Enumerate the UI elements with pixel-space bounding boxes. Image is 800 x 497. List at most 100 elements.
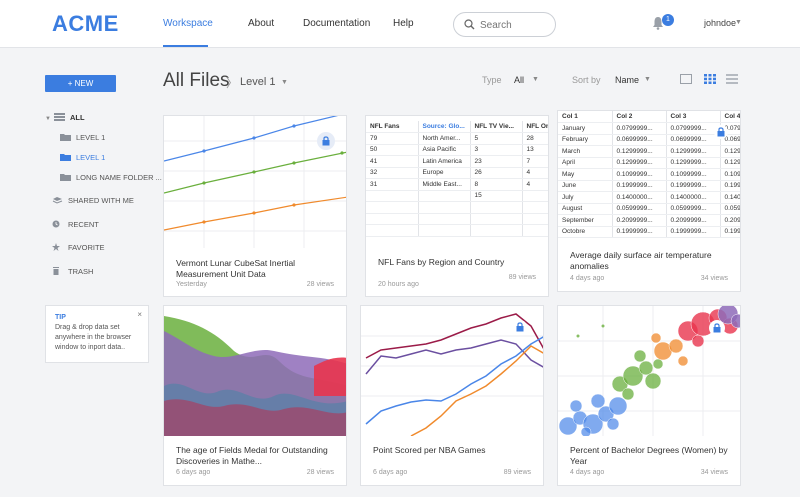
chevron-down-icon[interactable]: ▼ bbox=[735, 19, 742, 26]
grid-view-icon[interactable] bbox=[704, 74, 716, 84]
table-cell: 26 bbox=[470, 167, 523, 179]
table-cell bbox=[366, 190, 419, 202]
lock-icon bbox=[713, 323, 721, 333]
table-row: August0.0599999...0.0599999...0.0599 bbox=[558, 203, 740, 215]
sidebar-item-recent[interactable]: RECENT bbox=[52, 220, 99, 229]
table-row: 79 North Amer... 5 28 bbox=[366, 132, 548, 145]
table-cell: August bbox=[558, 203, 613, 215]
chevron-down-icon[interactable]: ▼ bbox=[644, 76, 651, 83]
sidebar-item-favorite[interactable]: FAVORITE bbox=[52, 243, 105, 252]
chevron-down-icon[interactable]: ▼ bbox=[281, 79, 288, 86]
table-cell: February bbox=[558, 134, 613, 146]
table-cell: April bbox=[558, 157, 613, 169]
table-row: April0.1299999...0.1299999...0.1299 bbox=[558, 157, 740, 169]
table-header: Col 2 bbox=[612, 111, 667, 123]
sidebar-item-all[interactable]: ▼ ALL bbox=[45, 113, 85, 122]
table-cell: 0.0599 bbox=[720, 203, 740, 215]
table-cell: 50 bbox=[366, 144, 419, 156]
sort-select[interactable]: Name bbox=[615, 75, 639, 85]
file-card[interactable]: Percent of Bachelor Degrees (Women) by Y… bbox=[557, 305, 741, 486]
table-cell: 0.1099999... bbox=[612, 168, 667, 181]
search-box[interactable] bbox=[453, 12, 556, 37]
sidebar-item-label: ALL bbox=[69, 113, 85, 122]
nav-help[interactable]: Help bbox=[393, 18, 414, 29]
user-menu[interactable]: johndoe bbox=[704, 18, 736, 28]
table-cell: 0.1099999... bbox=[666, 168, 721, 181]
card-timestamp: 6 days ago bbox=[373, 469, 408, 476]
file-card[interactable]: Point Scored per NBA Games 6 days ago 89… bbox=[360, 305, 544, 486]
card-title: Percent of Bachelor Degrees (Women) by Y… bbox=[570, 445, 728, 466]
lock-badge bbox=[709, 320, 725, 336]
table-cell: 0.2099999... bbox=[666, 214, 721, 227]
table-cell: North Amer... bbox=[418, 132, 471, 145]
search-icon bbox=[464, 19, 475, 30]
card-timestamp: 6 days ago bbox=[176, 469, 211, 476]
tip-text: Drag & drop data set anywhere in the bro… bbox=[55, 324, 132, 351]
table-cell: 0.0799999... bbox=[612, 122, 667, 135]
table-cell: 23 bbox=[470, 155, 523, 168]
table-cell: 3 bbox=[470, 144, 523, 156]
sidebar-item-label: LEVEL 1 bbox=[76, 153, 106, 162]
lock-icon bbox=[516, 322, 524, 332]
table-cell: September bbox=[558, 214, 613, 227]
card-views: 89 views bbox=[508, 274, 536, 281]
chevron-down-icon[interactable]: ▼ bbox=[532, 76, 539, 83]
table-row: February0.0699999...0.0699999...0.0699 bbox=[558, 134, 740, 146]
card-timestamp: Yesterday bbox=[176, 281, 207, 288]
table-cell: 31 bbox=[366, 178, 419, 191]
table-header: NFL TV Vie... bbox=[470, 121, 523, 133]
table-cell: 0.2099 bbox=[720, 214, 740, 227]
card-views: 89 views bbox=[503, 469, 531, 476]
breadcrumb-level[interactable]: Level 1 bbox=[240, 76, 275, 88]
file-card[interactable]: NFL Fans Source: Glo... NFL TV Vie... NF… bbox=[365, 115, 549, 297]
close-icon[interactable]: × bbox=[137, 310, 142, 320]
sidebar-item-level1-b[interactable]: LEVEL 1 bbox=[60, 153, 105, 162]
sidebar-item-long-folder[interactable]: LONG NAME FOLDER ... bbox=[60, 173, 162, 182]
table-cell: 0.0799999... bbox=[666, 122, 721, 135]
table-cell: May bbox=[558, 168, 613, 181]
list-view-icon[interactable] bbox=[680, 74, 692, 84]
table-row: 15 bbox=[366, 190, 548, 202]
file-card[interactable]: Col 1 Col 2 Col 3 Col 4 January 0.0799999… bbox=[557, 110, 741, 292]
sidebar-item-shared[interactable]: SHARED WITH ME bbox=[52, 196, 134, 205]
table-cell: June bbox=[558, 180, 613, 192]
table-cell: 0.1299999... bbox=[612, 157, 667, 169]
table-cell: 8 bbox=[470, 178, 523, 191]
nav-about[interactable]: About bbox=[248, 18, 274, 29]
file-card[interactable]: The age of Fields Medal for Outstanding … bbox=[163, 305, 347, 486]
tip-box: TIP Drag & drop data set anywhere in the… bbox=[45, 305, 149, 363]
table-cell: 0.1400 bbox=[720, 191, 740, 204]
table-cell bbox=[522, 190, 548, 202]
table-row: Octobre0.1999999...0.1999999...0.1999 bbox=[558, 226, 740, 238]
stack-icon bbox=[53, 113, 65, 121]
compact-view-icon[interactable] bbox=[726, 74, 738, 84]
sidebar-item-trash[interactable]: TRASH bbox=[52, 267, 93, 276]
table-row: 50 Asia Pacific 3 13 bbox=[366, 144, 548, 156]
search-input[interactable] bbox=[480, 17, 550, 33]
table-cell: 0.2099999... bbox=[612, 214, 667, 227]
table-cell: Octobre bbox=[558, 226, 613, 238]
table-cell: 0.1999999... bbox=[612, 180, 667, 192]
lock-badge bbox=[317, 132, 335, 150]
table-cell: Europe bbox=[418, 167, 471, 179]
sidebar-item-level1-a[interactable]: LEVEL 1 bbox=[60, 133, 105, 142]
notification-badge: 1 bbox=[662, 14, 674, 26]
card-views: 34 views bbox=[700, 469, 728, 476]
card-timestamp: 20 hours ago bbox=[378, 281, 419, 288]
new-button[interactable]: + NEW bbox=[45, 75, 116, 92]
table-cell: 0.1999999... bbox=[612, 226, 667, 238]
card-timestamp: 4 days ago bbox=[570, 275, 605, 282]
table-row: 41 Latin America 23 7 bbox=[366, 155, 548, 168]
tip-title: TIP bbox=[55, 314, 66, 321]
file-card[interactable]: Vermont Lunar CubeSat Inertial Measureme… bbox=[163, 115, 347, 297]
table-cell: 0.1999999... bbox=[666, 226, 721, 238]
table-row: January0.0799999...0.0799999...0.0799 bbox=[558, 122, 740, 135]
nav-documentation[interactable]: Documentation bbox=[303, 18, 370, 29]
type-select[interactable]: All bbox=[514, 75, 524, 85]
table-cell: 41 bbox=[366, 155, 419, 168]
nav-workspace[interactable]: Workspace bbox=[163, 18, 213, 29]
folder-icon bbox=[60, 134, 71, 141]
data-table: Col 1 Col 2 Col 3 Col 4 January 0.0799999… bbox=[558, 111, 740, 238]
logo[interactable]: ACME bbox=[52, 11, 119, 37]
star-icon bbox=[52, 243, 60, 251]
